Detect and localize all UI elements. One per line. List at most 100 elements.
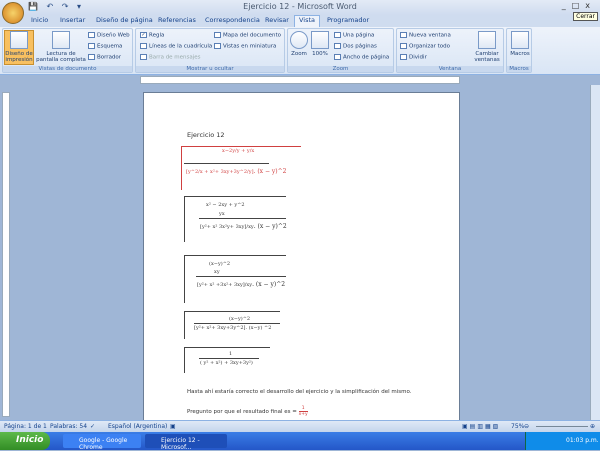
- window-title: Ejercicio 12 - Microsoft Word: [243, 2, 357, 11]
- eq3-denominator: [y²+ x² +3x²+ 3xy]/xy. (x − y)^2: [197, 281, 286, 288]
- tab-correspondencia[interactable]: Correspondencia: [205, 16, 260, 24]
- vertical-ruler[interactable]: [2, 92, 10, 417]
- eq2-numerator: x² − 2xy + y^2: [206, 202, 245, 208]
- ruler-checkbox[interactable]: ✓ Regla: [140, 32, 164, 39]
- group-macros: Macros Macros: [506, 28, 532, 73]
- eq5-numerator: 1: [229, 351, 233, 357]
- zoom-slider[interactable]: [536, 426, 588, 427]
- fraction-line: [199, 218, 286, 219]
- eq1-numerator: x−2y/y + y/x: [222, 148, 255, 154]
- two-pages-button[interactable]: Dos páginas: [334, 43, 377, 50]
- tab-referencias[interactable]: Referencias: [158, 16, 196, 24]
- tab-diseno-pagina[interactable]: Diseño de página: [96, 16, 153, 24]
- zoom-button[interactable]: Zoom: [290, 31, 308, 57]
- zoom-out-button[interactable]: ⊖: [524, 423, 529, 430]
- eq3-numerator: (x−y)^2: [209, 261, 231, 267]
- document-map-checkbox[interactable]: Mapa del documento: [214, 32, 281, 39]
- web-icon: [88, 32, 95, 38]
- word-count[interactable]: Palabras: 54: [50, 423, 87, 430]
- tab-revisar[interactable]: Revisar: [265, 16, 289, 24]
- group-label: Macros: [507, 66, 531, 72]
- zoom-100-button[interactable]: 100%: [310, 31, 330, 57]
- arrange-all-button[interactable]: Organizar todo: [400, 43, 450, 50]
- taskbar-chrome[interactable]: Google - Google Chrome: [63, 434, 141, 451]
- view-buttons[interactable]: ▣▤▥▦▧: [462, 423, 500, 430]
- gridlines-checkbox[interactable]: Líneas de la cuadrícula: [140, 43, 212, 50]
- paragraph-2: Pregunto por que el resultado final es =…: [187, 406, 308, 417]
- maximize-button[interactable]: □: [572, 1, 586, 10]
- draft-button[interactable]: Borrador: [88, 54, 121, 61]
- system-tray: 01:03 p.m.: [525, 432, 600, 450]
- ribbon: Diseño de impresión Lectura de pantalla …: [0, 27, 600, 75]
- eq2-numerator-den: yx: [219, 211, 225, 217]
- two-pages-icon: [334, 43, 341, 49]
- group-ventana: Nueva ventana Organizar todo Dividir Cam…: [396, 28, 504, 73]
- eq4-denominator: [y²+ x²+ 3xy+3y^2]. (x−y) ^2: [194, 325, 272, 331]
- fraction-line: [199, 358, 259, 359]
- group-zoom: Zoom 100% Una página Dos páginas Ancho d…: [287, 28, 394, 73]
- office-button[interactable]: [2, 2, 24, 24]
- language[interactable]: Español (Argentina): [108, 423, 167, 430]
- page-count[interactable]: Página: 1 de 1: [4, 423, 47, 430]
- group-label: Mostrar u ocultar: [136, 66, 284, 72]
- draft-icon: [88, 54, 95, 60]
- zoom-level[interactable]: 75%: [511, 423, 524, 430]
- proofing-icon[interactable]: ✓: [90, 423, 95, 430]
- group-label: Vistas de documento: [3, 66, 132, 72]
- ribbon-tabs: Inicio Insertar Diseño de página Referen…: [0, 15, 600, 27]
- macro-record-icon[interactable]: ▣: [170, 423, 176, 430]
- magnifier-icon: [290, 31, 308, 49]
- start-button[interactable]: Inicio: [0, 432, 50, 450]
- tab-inicio[interactable]: Inicio: [31, 16, 48, 24]
- check-icon: ✓: [140, 32, 147, 38]
- eq3-numerator-den: xy: [214, 269, 220, 275]
- fraction-line: [184, 163, 269, 164]
- tab-insertar[interactable]: Insertar: [60, 16, 85, 24]
- title-bar: Ejercicio 12 - Microsoft Word 💾 ↶ ↷ ▾ _□…: [0, 0, 600, 15]
- minimize-button[interactable]: _: [562, 1, 572, 10]
- split-icon: [400, 54, 407, 60]
- window-controls[interactable]: _□x: [562, 1, 596, 10]
- new-window-button[interactable]: Nueva ventana: [400, 32, 451, 39]
- fraction-line: [196, 276, 286, 277]
- one-page-icon: [334, 32, 341, 38]
- checkbox-icon: [214, 32, 221, 38]
- heading: Ejercicio 12: [187, 131, 225, 139]
- outline-button[interactable]: Esquema: [88, 43, 122, 50]
- full-screen-reading-button[interactable]: Lectura de pantalla completa: [36, 31, 86, 63]
- split-button[interactable]: Dividir: [400, 54, 427, 61]
- close-tooltip: Cerrar: [573, 12, 598, 21]
- zoom-in-button[interactable]: ⊕: [590, 423, 595, 430]
- print-layout-button[interactable]: Diseño de impresión: [4, 30, 34, 65]
- arrange-icon: [400, 43, 407, 49]
- radical-3: [184, 255, 286, 303]
- page-width-button[interactable]: Ancho de página: [334, 54, 389, 61]
- checkbox-icon: [140, 43, 147, 49]
- macros-button[interactable]: Macros: [509, 31, 531, 57]
- status-bar: Página: 1 de 1 Palabras: 54 ✓ Español (A…: [0, 420, 600, 432]
- taskbar-word[interactable]: Ejercicio 12 - Microsof...: [145, 434, 227, 451]
- tab-programador[interactable]: Programador: [327, 16, 369, 24]
- vertical-scrollbar[interactable]: [590, 85, 600, 420]
- macros-icon: [511, 31, 529, 49]
- thumbnails-checkbox[interactable]: Vistas en miniatura: [214, 43, 276, 50]
- fraction-line: [194, 323, 280, 324]
- taskbar: Inicio Google - Google Chrome Ejercicio …: [0, 432, 600, 451]
- quick-access-toolbar[interactable]: 💾 ↶ ↷ ▾: [28, 2, 84, 11]
- group-mostrar-ocultar: ✓ Regla Líneas de la cuadrícula Barra de …: [135, 28, 285, 73]
- close-button[interactable]: x: [585, 1, 596, 10]
- document-page[interactable]: Ejercicio 12 x−2y/y + y/x [y^2/x + x²+ 3…: [143, 92, 460, 422]
- tab-vista[interactable]: Vista: [294, 15, 321, 27]
- horizontal-ruler[interactable]: [140, 76, 460, 84]
- checkbox-icon: [140, 54, 147, 60]
- eq4-numerator: (x−y)^2: [229, 316, 251, 322]
- clock: 01:03 p.m.: [566, 437, 599, 444]
- page-icon: [10, 31, 28, 49]
- switch-windows-button[interactable]: Cambiar ventanas: [471, 31, 503, 63]
- group-label: Zoom: [288, 66, 393, 72]
- web-layout-button[interactable]: Diseño Web: [88, 32, 130, 39]
- one-page-button[interactable]: Una página: [334, 32, 374, 39]
- group-vistas-documento: Diseño de impresión Lectura de pantalla …: [2, 28, 133, 73]
- book-icon: [52, 31, 70, 49]
- new-window-icon: [400, 32, 407, 38]
